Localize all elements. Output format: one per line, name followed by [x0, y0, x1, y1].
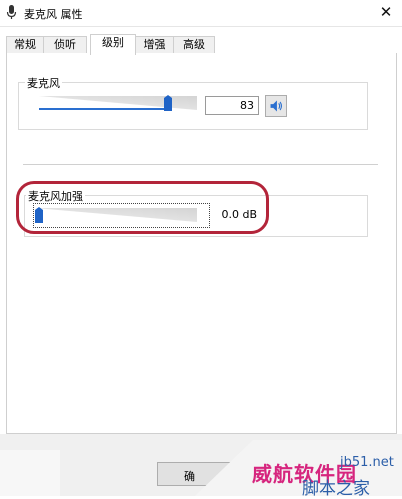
microphone-icon	[6, 5, 17, 19]
microphone-slider-fill	[39, 108, 168, 110]
microphone-label: 麦克风	[25, 75, 62, 91]
microphone-slider[interactable]	[39, 96, 197, 110]
levels-panel: 麦克风 83 麦克风加强 0.0 dB	[6, 53, 397, 434]
close-button[interactable]: ✕	[376, 3, 396, 21]
watermark-site: jb51.net	[340, 455, 394, 470]
tab-label: 高级	[183, 38, 205, 51]
window-title: 麦克风 属性	[24, 8, 83, 21]
tab-listen[interactable]: 侦听	[43, 36, 87, 53]
watermark-sub: 脚本之家	[302, 479, 370, 499]
title-bar: 麦克风 属性 ✕	[0, 0, 402, 27]
annotation-highlight	[16, 181, 269, 234]
microphone-slider-thumb[interactable]	[163, 95, 172, 111]
ok-button-label: 确	[184, 470, 195, 483]
tab-advanced[interactable]: 高级	[173, 36, 215, 53]
tab-levels[interactable]: 级别	[90, 34, 136, 55]
microphone-group: 麦克风 83	[18, 75, 368, 130]
separator	[23, 164, 378, 165]
tab-label: 级别	[102, 36, 124, 49]
speaker-icon	[270, 100, 282, 112]
tab-label: 常规	[14, 38, 36, 51]
tab-enhancements[interactable]: 增强	[135, 36, 174, 53]
microphone-level-input[interactable]: 83	[205, 96, 259, 115]
close-icon: ✕	[379, 3, 393, 21]
tab-bar: 常规 侦听 级别 增强 高级	[6, 34, 396, 55]
tab-label: 侦听	[54, 38, 76, 51]
mute-button[interactable]	[265, 95, 287, 117]
tab-general[interactable]: 常规	[6, 36, 44, 53]
tab-label: 增强	[143, 38, 166, 51]
corner-overlay	[0, 450, 60, 496]
